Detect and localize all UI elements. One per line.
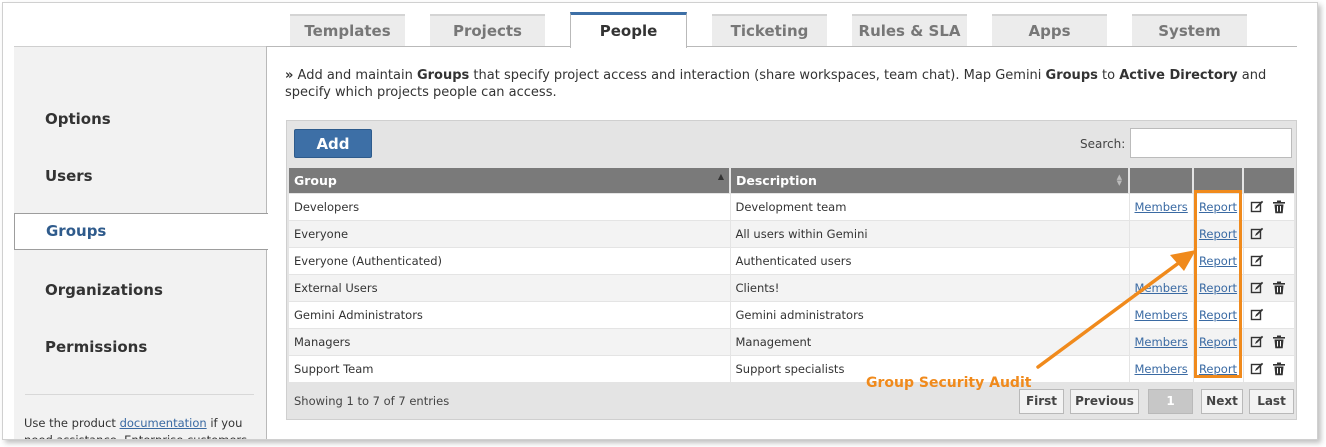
annotation-label: Group Security Audit (866, 375, 1032, 391)
annotation-arrow (1036, 250, 1196, 369)
arrow-line (1036, 260, 1182, 369)
